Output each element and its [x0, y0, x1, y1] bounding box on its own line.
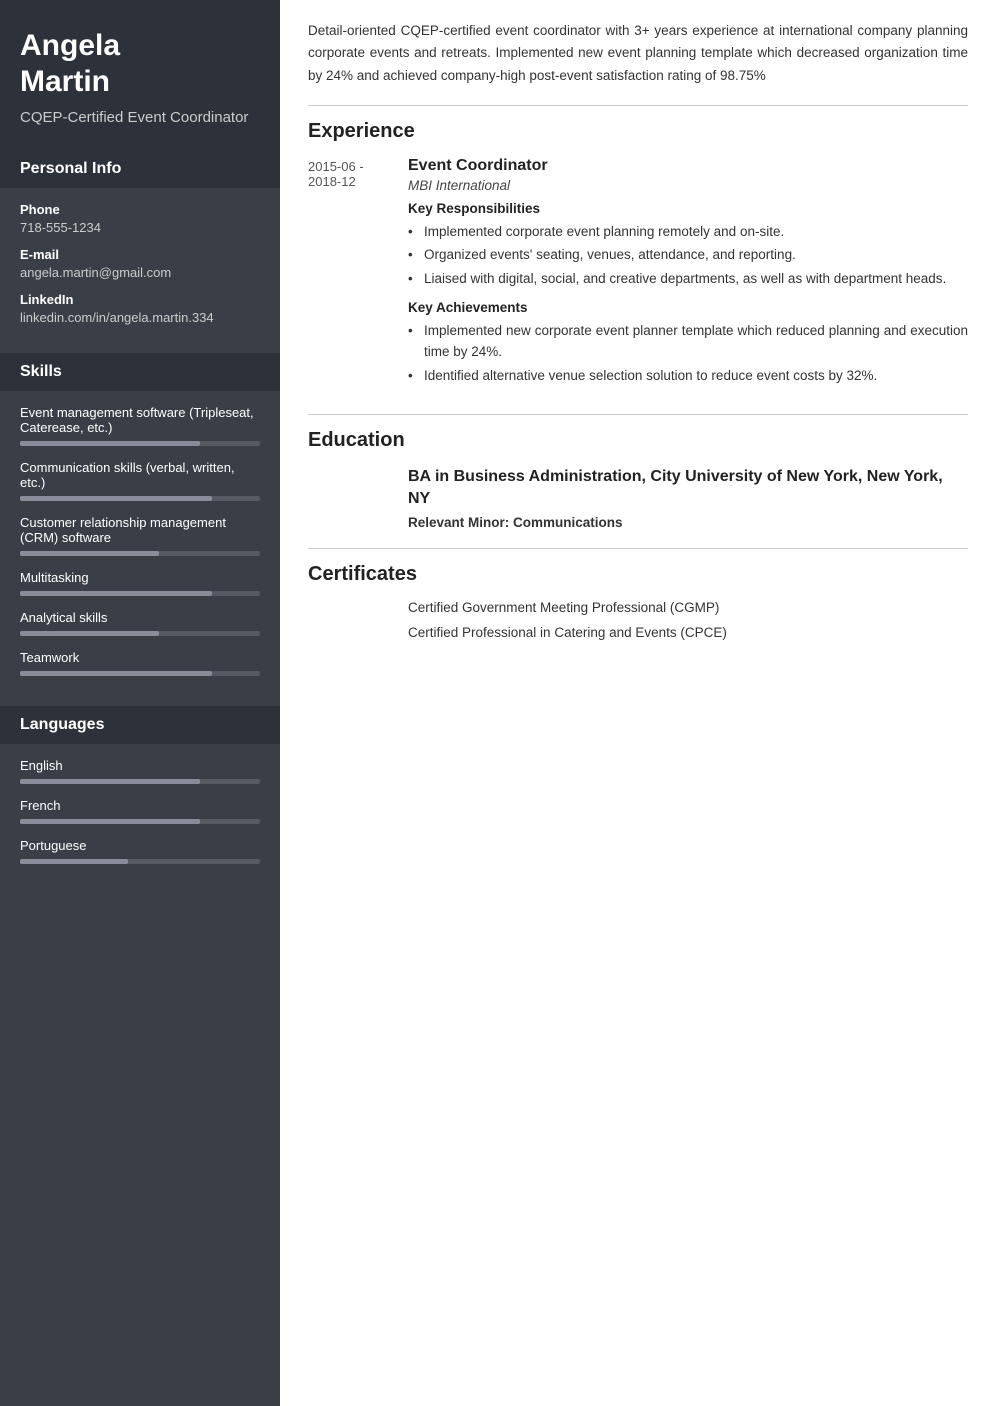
personal-info-section: Phone 718-555-1234 E-mail angela.martin@… — [0, 202, 280, 353]
phone-value: 718-555-1234 — [20, 220, 260, 235]
lang-1-bar — [20, 779, 260, 784]
exp-company: MBI International — [408, 178, 968, 193]
email-value: angela.martin@gmail.com — [20, 265, 260, 280]
sidebar-header: Angela Martin CQEP-Certified Event Coord… — [0, 0, 280, 150]
cert-content: Certified Government Meeting Professiona… — [408, 600, 968, 650]
edu-minor: Relevant Minor: Communications — [408, 515, 968, 530]
edu-dates — [308, 466, 408, 529]
skill-6-bar — [20, 671, 260, 676]
email-label: E-mail — [20, 247, 260, 262]
exp-dates: 2015-06 - 2018-12 — [308, 157, 408, 397]
exp-content: Event Coordinator MBI International Key … — [408, 157, 968, 397]
lang-1-name: English — [20, 758, 260, 773]
skill-1-bar — [20, 441, 260, 446]
exp-job-title: Event Coordinator — [408, 157, 968, 175]
skill-6-name: Teamwork — [20, 650, 260, 665]
responsibility-1: Implemented corporate event planning rem… — [408, 221, 968, 243]
edu-content: BA in Business Administration, City Univ… — [408, 466, 968, 529]
edu-degree: BA in Business Administration, City Univ… — [408, 466, 968, 509]
skill-3-name: Customer relationship management (CRM) s… — [20, 515, 260, 545]
experience-divider — [308, 105, 968, 106]
sidebar: Angela Martin CQEP-Certified Event Coord… — [0, 0, 280, 1406]
candidate-title: CQEP-Certified Event Coordinator — [20, 108, 260, 128]
responsibilities-heading: Key Responsibilities — [408, 201, 968, 216]
skill-1-name: Event management software (Tripleseat, C… — [20, 405, 260, 435]
lang-2-bar — [20, 819, 260, 824]
lang-3-name: Portuguese — [20, 838, 260, 853]
achievements-heading: Key Achievements — [408, 300, 968, 315]
experience-item-1: 2015-06 - 2018-12 Event Coordinator MBI … — [308, 157, 968, 397]
certificates-heading: Certificates — [308, 563, 968, 586]
lang-2-name: French — [20, 798, 260, 813]
edu-minor-value: Communications — [513, 515, 623, 530]
experience-heading: Experience — [308, 120, 968, 143]
languages-heading: Languages — [0, 706, 280, 744]
edu-minor-label: Relevant Minor: — [408, 515, 509, 530]
skill-4-bar — [20, 591, 260, 596]
skill-5-name: Analytical skills — [20, 610, 260, 625]
skill-3-bar — [20, 551, 260, 556]
skill-4-name: Multitasking — [20, 570, 260, 585]
skill-2-bar — [20, 496, 260, 501]
candidate-name: Angela Martin — [20, 28, 260, 100]
lang-3-bar — [20, 859, 260, 864]
linkedin-value: linkedin.com/in/angela.martin.334 — [20, 310, 260, 325]
phone-label: Phone — [20, 202, 260, 217]
responsibility-2: Organized events' seating, venues, atten… — [408, 244, 968, 266]
achievement-1: Implemented new corporate event planner … — [408, 320, 968, 363]
education-divider — [308, 414, 968, 415]
summary-text: Detail-oriented CQEP-certified event coo… — [308, 20, 968, 87]
certificates-block: Certified Government Meeting Professiona… — [308, 600, 968, 650]
education-heading: Education — [308, 429, 968, 452]
personal-info-heading: Personal Info — [0, 150, 280, 188]
cert-1: Certified Government Meeting Professiona… — [408, 600, 968, 615]
languages-section: English French Portuguese — [0, 758, 280, 894]
achievement-2: Identified alternative venue selection s… — [408, 365, 968, 387]
responsibilities-list: Implemented corporate event planning rem… — [408, 221, 968, 290]
education-item-1: BA in Business Administration, City Univ… — [308, 466, 968, 529]
achievements-list: Implemented new corporate event planner … — [408, 320, 968, 387]
responsibility-3: Liaised with digital, social, and creati… — [408, 268, 968, 290]
main-content: Detail-oriented CQEP-certified event coo… — [280, 0, 996, 1406]
cert-spacer — [308, 600, 408, 650]
linkedin-label: LinkedIn — [20, 292, 260, 307]
cert-2: Certified Professional in Catering and E… — [408, 625, 968, 640]
skill-5-bar — [20, 631, 260, 636]
certificates-divider — [308, 548, 968, 549]
skills-heading: Skills — [0, 353, 280, 391]
skill-2-name: Communication skills (verbal, written, e… — [20, 460, 260, 490]
skills-section: Event management software (Tripleseat, C… — [0, 405, 280, 706]
